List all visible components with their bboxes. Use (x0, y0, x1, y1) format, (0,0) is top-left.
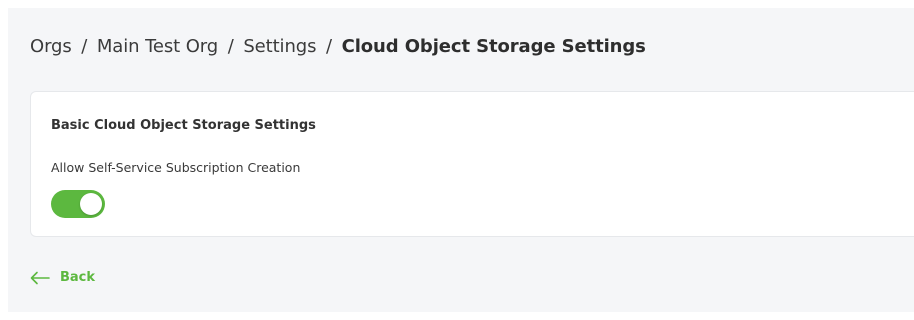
breadcrumb-separator: / (326, 36, 332, 57)
self-service-subscription-toggle[interactable] (51, 190, 105, 218)
breadcrumb: Orgs / Main Test Org / Settings / Cloud … (30, 36, 646, 57)
toggle-knob (80, 193, 102, 215)
page-title: Cloud Object Storage Settings (341, 36, 646, 57)
breadcrumb-separator: / (81, 36, 88, 57)
settings-page: Orgs / Main Test Org / Settings / Cloud … (8, 8, 914, 312)
back-link[interactable]: Back (30, 270, 95, 285)
breadcrumb-settings[interactable]: Settings (243, 36, 316, 57)
arrow-left-icon (30, 271, 50, 285)
breadcrumb-main-test-org[interactable]: Main Test Org (97, 36, 218, 57)
self-service-subscription-label: Allow Self-Service Subscription Creation (51, 160, 301, 175)
breadcrumb-orgs[interactable]: Orgs (30, 36, 72, 57)
settings-card: Basic Cloud Object Storage Settings Allo… (30, 91, 914, 237)
card-title: Basic Cloud Object Storage Settings (51, 118, 316, 133)
breadcrumb-separator: / (227, 36, 234, 57)
back-label: Back (60, 270, 96, 285)
